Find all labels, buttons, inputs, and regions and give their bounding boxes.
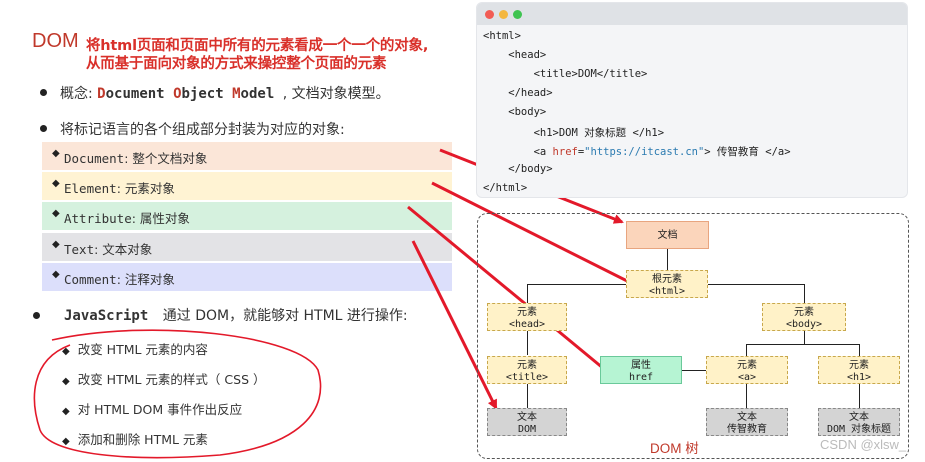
watermark-text: CSDN @xlsw_ bbox=[820, 437, 907, 452]
code-window: <html> <head> <title>DOM</title> </head>… bbox=[476, 2, 908, 198]
tree-node-attribute-href: 属性 href bbox=[600, 356, 682, 384]
tree-connector bbox=[859, 344, 860, 356]
code-line: </html> bbox=[483, 182, 528, 194]
tree-node-head: 元素 <head> bbox=[487, 303, 567, 331]
tree-connector bbox=[859, 384, 860, 408]
code-line: <a href="https://itcast.cn"> 传智教育 </a> bbox=[483, 146, 791, 158]
code-line: </body> bbox=[483, 163, 553, 175]
code-line: <head> bbox=[483, 49, 547, 61]
tree-connector bbox=[527, 284, 626, 285]
minimize-dot-icon[interactable] bbox=[499, 10, 508, 19]
code-line: <body> bbox=[483, 106, 547, 118]
tree-connector bbox=[527, 331, 528, 355]
close-dot-icon[interactable] bbox=[485, 10, 494, 19]
code-line: </head> bbox=[483, 87, 553, 99]
code-line: <html> bbox=[483, 30, 521, 42]
tree-connector bbox=[682, 370, 706, 371]
tree-connector bbox=[667, 249, 668, 270]
code-line: <title>DOM</title> bbox=[483, 68, 648, 80]
tree-node-h1: 元素 <h1> bbox=[818, 356, 900, 384]
tree-node-text-dom: 文本 DOM bbox=[487, 408, 567, 436]
maximize-dot-icon[interactable] bbox=[513, 10, 522, 19]
tree-node-document: 文档 bbox=[626, 221, 709, 249]
tree-node-root: 根元素 <html> bbox=[626, 270, 708, 298]
tree-node-title: 元素 <title> bbox=[487, 356, 567, 384]
tree-connector bbox=[527, 284, 528, 303]
tree-node-text-a: 文本 传智教育 bbox=[706, 408, 788, 436]
tree-connector bbox=[746, 384, 747, 408]
tree-connector bbox=[708, 284, 804, 285]
tree-connector bbox=[804, 331, 805, 344]
code-line: <h1>DOM 对象标题 </h1> bbox=[483, 127, 665, 139]
window-titlebar bbox=[477, 3, 907, 25]
tree-node-text-h1: 文本 DOM 对象标题 bbox=[818, 408, 900, 436]
dom-tree-caption: DOM 树 bbox=[650, 441, 699, 456]
tree-connector bbox=[804, 284, 805, 303]
tree-node-body: 元素 <body> bbox=[762, 303, 846, 331]
tree-connector bbox=[527, 384, 528, 408]
hand-drawn-circle bbox=[33, 329, 322, 459]
tree-connector bbox=[746, 344, 859, 345]
tree-node-a: 元素 <a> bbox=[706, 356, 788, 384]
tree-connector bbox=[746, 344, 747, 356]
